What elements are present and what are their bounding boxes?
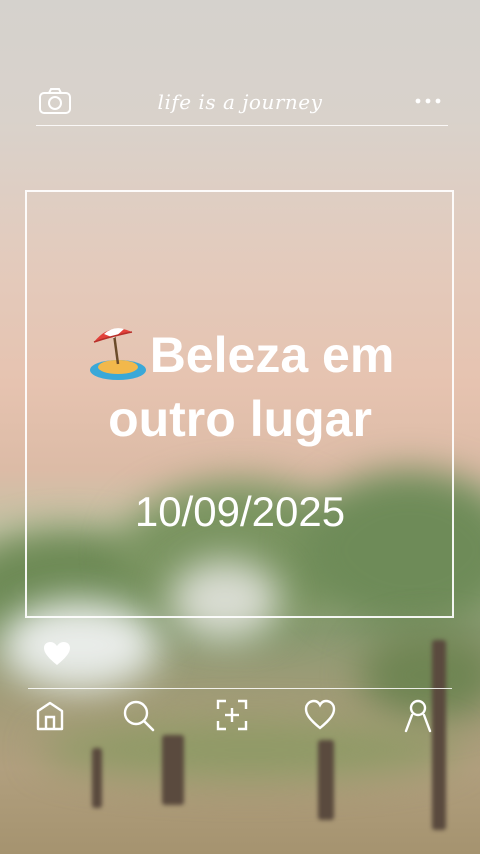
home-icon[interactable]	[32, 697, 68, 733]
post-title-line2: outro lugar	[108, 391, 372, 447]
heart-filled-icon[interactable]	[42, 640, 72, 668]
header-divider	[36, 125, 448, 126]
nav-divider	[28, 688, 452, 689]
post-date: 10/09/2025	[134, 488, 346, 535]
add-post-icon[interactable]	[214, 697, 250, 733]
post-title-text1: Beleza em	[149, 327, 395, 383]
post-title: Beleza em outro lugar	[40, 320, 440, 451]
search-icon[interactable]	[120, 697, 156, 733]
more-dots-icon[interactable]	[412, 92, 444, 108]
profile-icon[interactable]	[400, 697, 436, 733]
brand-title: life is a journey	[157, 90, 323, 114]
post-title-line1: Beleza em	[40, 320, 440, 387]
camera-icon[interactable]	[38, 87, 72, 115]
heart-outline-icon[interactable]	[302, 697, 338, 733]
beach-umbrella-icon	[89, 328, 146, 380]
